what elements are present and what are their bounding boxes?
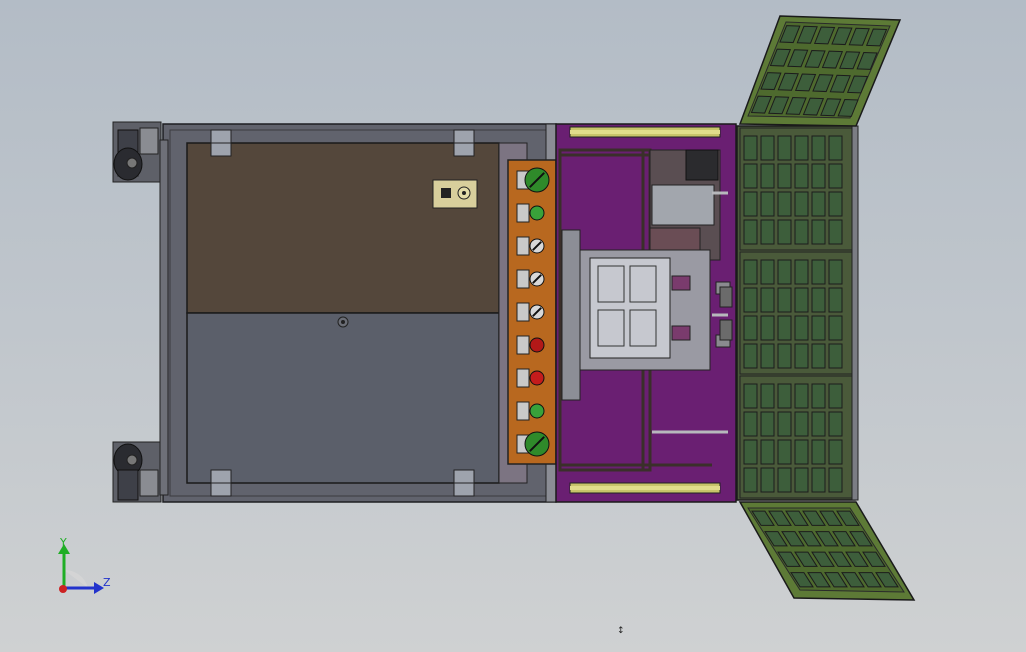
door-cell (777, 343, 792, 369)
door-cell (777, 467, 792, 493)
door-cell (828, 191, 843, 217)
door-cell (777, 219, 792, 245)
door-cell (760, 219, 775, 245)
door-cell (811, 467, 826, 493)
door-cell (828, 383, 843, 409)
door-cell (828, 163, 843, 189)
door-cell (777, 315, 792, 341)
door-cell (828, 439, 843, 465)
door-cell (743, 163, 758, 189)
door-cell (828, 315, 843, 341)
door-cell (811, 287, 826, 313)
door-cell (811, 315, 826, 341)
door-cell (811, 191, 826, 217)
door-cell (777, 287, 792, 313)
control-buttons[interactable] (516, 167, 550, 457)
door-cell (760, 411, 775, 437)
door-cell (777, 191, 792, 217)
door-cell (743, 315, 758, 341)
door-cell (743, 439, 758, 465)
machine-model[interactable]: Y Z (0, 0, 1026, 652)
door-cell (828, 343, 843, 369)
door-cell (760, 259, 775, 285)
cabinet-top-panel (186, 142, 500, 314)
door-cell (777, 411, 792, 437)
door-cell (743, 191, 758, 217)
door-cell (828, 219, 843, 245)
door-cell (794, 411, 809, 437)
door-cell (828, 259, 843, 285)
control-button-9[interactable] (516, 431, 550, 457)
door-cell (743, 411, 758, 437)
cad-viewport[interactable]: Y Z ↕ (0, 0, 1026, 652)
door-cell (760, 383, 775, 409)
x-axis-dot (59, 585, 67, 593)
door-cell (811, 383, 826, 409)
door-cell (794, 191, 809, 217)
cursor-indicator: ↕ (617, 626, 625, 636)
caster-bottom (112, 441, 162, 503)
door-cell (828, 287, 843, 313)
door-cell (794, 259, 809, 285)
door-cell (777, 439, 792, 465)
door-cell (794, 219, 809, 245)
door-cell (743, 135, 758, 161)
door-cell (794, 467, 809, 493)
door-cell (828, 135, 843, 161)
door-cell (794, 383, 809, 409)
door-cell (811, 439, 826, 465)
door-cell (794, 343, 809, 369)
door-cell (828, 411, 843, 437)
door-cell (794, 315, 809, 341)
door-cell (743, 287, 758, 313)
door-cell (794, 163, 809, 189)
door-cell (760, 315, 775, 341)
control-button-1[interactable] (516, 167, 550, 193)
door-cell (794, 439, 809, 465)
coordinate-triad: Y Z (58, 536, 111, 594)
door-cell (760, 343, 775, 369)
door-cell (828, 467, 843, 493)
door-cell (743, 467, 758, 493)
door-cell (760, 163, 775, 189)
door-cell (760, 135, 775, 161)
cabinet-bottom-panel (186, 312, 500, 484)
door-cell (777, 259, 792, 285)
y-axis-label: Y (59, 536, 67, 549)
caster-top (112, 121, 162, 183)
door-cell (760, 191, 775, 217)
door-cell (777, 163, 792, 189)
door-cell (743, 343, 758, 369)
door-cell (811, 259, 826, 285)
door-cell (777, 383, 792, 409)
door-cell (743, 259, 758, 285)
door-cell (760, 439, 775, 465)
door-cell (794, 135, 809, 161)
door-cell (794, 287, 809, 313)
door-cell (743, 219, 758, 245)
door-cell (811, 343, 826, 369)
door-cell (811, 135, 826, 161)
z-axis-label: Z (103, 576, 111, 589)
door-cell (811, 219, 826, 245)
panel-label (432, 179, 478, 209)
door-cell (760, 467, 775, 493)
door-cell (760, 287, 775, 313)
door-cell (777, 135, 792, 161)
door-cell (811, 411, 826, 437)
door-cell (811, 163, 826, 189)
door-cell (743, 383, 758, 409)
